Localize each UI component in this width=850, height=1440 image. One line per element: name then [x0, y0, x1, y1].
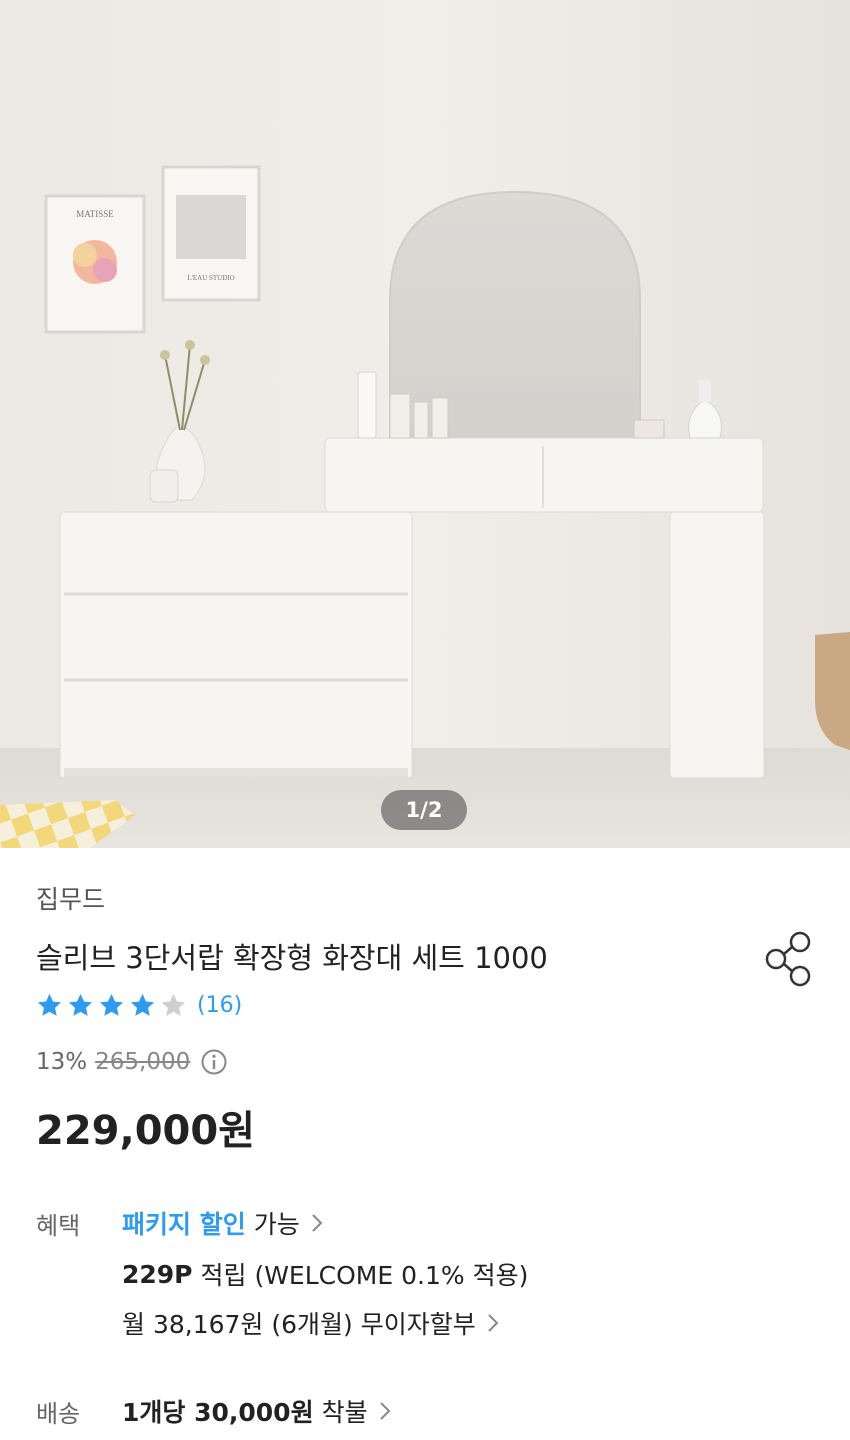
- star-icon: [68, 994, 93, 1016]
- installment-text: 월 38,167원 (6개월) 무이자할부: [122, 1310, 476, 1339]
- share-button[interactable]: [762, 930, 818, 988]
- shipping-fee-suffix: 착불: [321, 1398, 368, 1427]
- discount-rate: 13%: [36, 1049, 88, 1075]
- package-discount-row[interactable]: 패키지 할인 가능: [122, 1205, 324, 1241]
- shipping-label: 배송: [36, 1400, 81, 1428]
- discount-row: 13% 265,000: [36, 1048, 228, 1076]
- installment-row[interactable]: 월 38,167원 (6개월) 무이자할부: [122, 1305, 500, 1341]
- chevron-right-icon: [488, 1314, 499, 1332]
- star-icon: [37, 994, 62, 1016]
- shipping-row[interactable]: 1개당 30,000원 착불: [122, 1393, 392, 1429]
- poster-text-1: MATISSE: [76, 209, 114, 219]
- brand-name[interactable]: 집무드: [36, 880, 105, 916]
- product-image[interactable]: MATISSE L'EAU STUDIO 1/2: [0, 0, 850, 848]
- image-counter: 1/2: [381, 790, 467, 830]
- chevron-right-icon: [312, 1214, 323, 1232]
- product-title: 슬리브 3단서랍 확장형 화장대 세트 1000: [36, 941, 548, 975]
- info-icon[interactable]: [200, 1048, 228, 1076]
- share-icon: [765, 931, 811, 987]
- chevron-right-icon: [379, 1402, 391, 1420]
- rating-row[interactable]: (16): [36, 992, 242, 1019]
- star-icon: [161, 994, 186, 1016]
- sale-price: 229,000원: [36, 1108, 255, 1154]
- shipping-fee: 1개당 30,000원: [122, 1398, 314, 1427]
- product-photo: MATISSE L'EAU STUDIO: [0, 0, 850, 848]
- package-discount-suffix: 가능: [253, 1210, 300, 1239]
- star-icon: [99, 994, 124, 1016]
- points-amount: 229P: [122, 1259, 193, 1289]
- benefits-label: 혜택: [36, 1212, 81, 1240]
- points-row: 229P 적립 (WELCOME 0.1% 적용): [122, 1256, 528, 1292]
- package-discount-link[interactable]: 패키지 할인: [122, 1205, 246, 1241]
- star-icon: [130, 994, 155, 1016]
- original-price: 265,000: [95, 1049, 191, 1075]
- points-text: 적립 (WELCOME 0.1% 적용): [200, 1261, 529, 1290]
- poster-text-2: L'EAU STUDIO: [187, 274, 234, 282]
- review-count[interactable]: (16): [197, 993, 242, 1018]
